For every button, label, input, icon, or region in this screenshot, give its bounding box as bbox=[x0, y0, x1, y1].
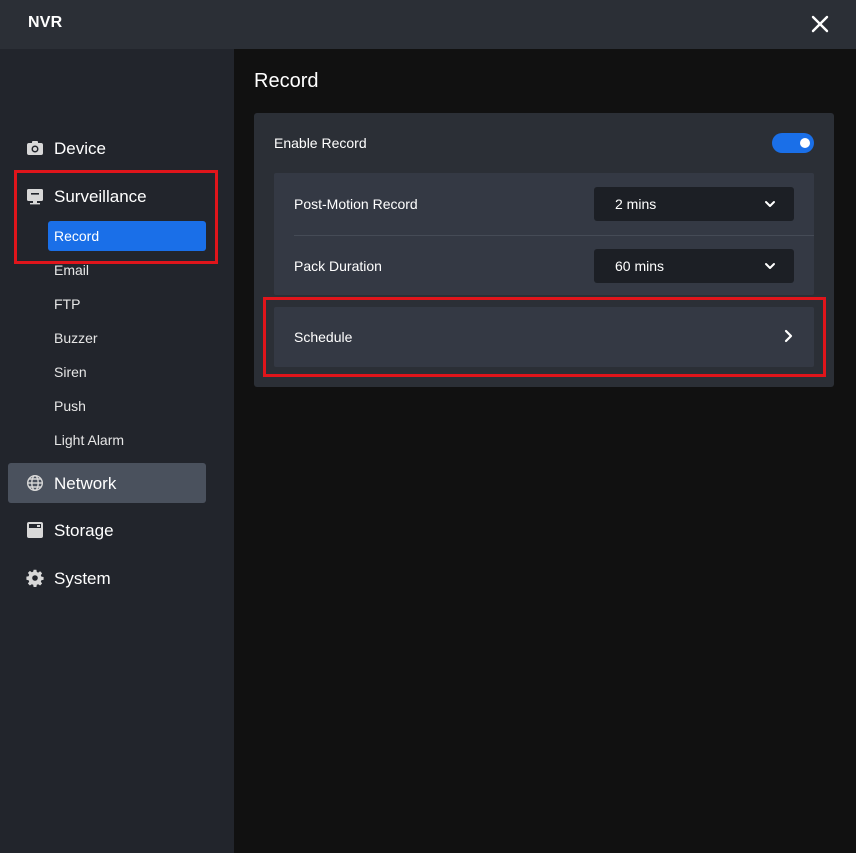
monitor-icon bbox=[26, 187, 44, 205]
schedule-row[interactable]: Schedule bbox=[274, 307, 814, 367]
sidebar-subitem-light-alarm[interactable]: Light Alarm bbox=[48, 425, 206, 455]
post-motion-record-value: 2 mins bbox=[615, 196, 657, 212]
globe-icon bbox=[26, 474, 44, 492]
sidebar-subitem-label: Buzzer bbox=[54, 330, 98, 346]
post-motion-record-label: Post-Motion Record bbox=[294, 196, 418, 212]
camera-icon bbox=[26, 139, 44, 157]
pack-duration-value: 60 mins bbox=[615, 258, 665, 274]
sidebar-subitem-label: Push bbox=[54, 398, 86, 414]
hard-drive-icon bbox=[26, 521, 44, 539]
chevron-down-icon bbox=[764, 260, 776, 272]
chevron-down-icon bbox=[764, 198, 776, 210]
sidebar-item-surveillance[interactable]: Surveillance bbox=[8, 176, 206, 216]
post-motion-record-select[interactable]: 2 mins bbox=[594, 187, 794, 221]
gear-icon bbox=[26, 569, 44, 587]
close-icon bbox=[811, 15, 829, 33]
schedule-label: Schedule bbox=[294, 329, 353, 345]
app-title: NVR bbox=[28, 14, 63, 31]
row-divider bbox=[294, 235, 814, 236]
sidebar-subitem-record[interactable]: Record bbox=[48, 221, 206, 251]
pack-duration-select[interactable]: 60 mins bbox=[594, 249, 794, 283]
sidebar-item-storage[interactable]: Storage bbox=[8, 510, 206, 550]
sidebar-item-network[interactable]: Network bbox=[8, 463, 206, 503]
pack-duration-label: Pack Duration bbox=[294, 258, 382, 274]
enable-record-label: Enable Record bbox=[274, 135, 367, 151]
sidebar-subitem-push[interactable]: Push bbox=[48, 391, 206, 421]
sidebar-subitem-email[interactable]: Email bbox=[48, 255, 206, 285]
chevron-right-icon bbox=[782, 329, 794, 343]
sidebar-item-label: Storage bbox=[54, 521, 114, 540]
sidebar-subitem-label: Siren bbox=[54, 364, 87, 380]
sidebar-subitem-siren[interactable]: Siren bbox=[48, 357, 206, 387]
sidebar-subitem-label: Email bbox=[54, 262, 90, 278]
sidebar-item-label: System bbox=[54, 569, 111, 588]
sidebar-item-device[interactable]: Device bbox=[8, 128, 206, 168]
page-title: Record bbox=[254, 70, 319, 92]
sidebar-subitem-buzzer[interactable]: Buzzer bbox=[48, 323, 206, 353]
sidebar-subitem-label: Light Alarm bbox=[54, 432, 125, 448]
sidebar-subitem-label: Record bbox=[54, 228, 100, 244]
title-bar: NVR bbox=[0, 0, 856, 49]
sidebar-item-label: Device bbox=[54, 139, 106, 158]
enable-record-toggle[interactable] bbox=[772, 133, 814, 153]
sidebar-item-system[interactable]: System bbox=[8, 558, 206, 598]
sidebar-subitem-ftp[interactable]: FTP bbox=[48, 289, 206, 319]
sidebar-item-label: Network bbox=[54, 474, 117, 493]
close-button[interactable] bbox=[806, 10, 834, 38]
toggle-knob bbox=[800, 138, 810, 148]
sidebar-item-label: Surveillance bbox=[54, 187, 147, 206]
sidebar-subitem-label: FTP bbox=[54, 296, 81, 312]
